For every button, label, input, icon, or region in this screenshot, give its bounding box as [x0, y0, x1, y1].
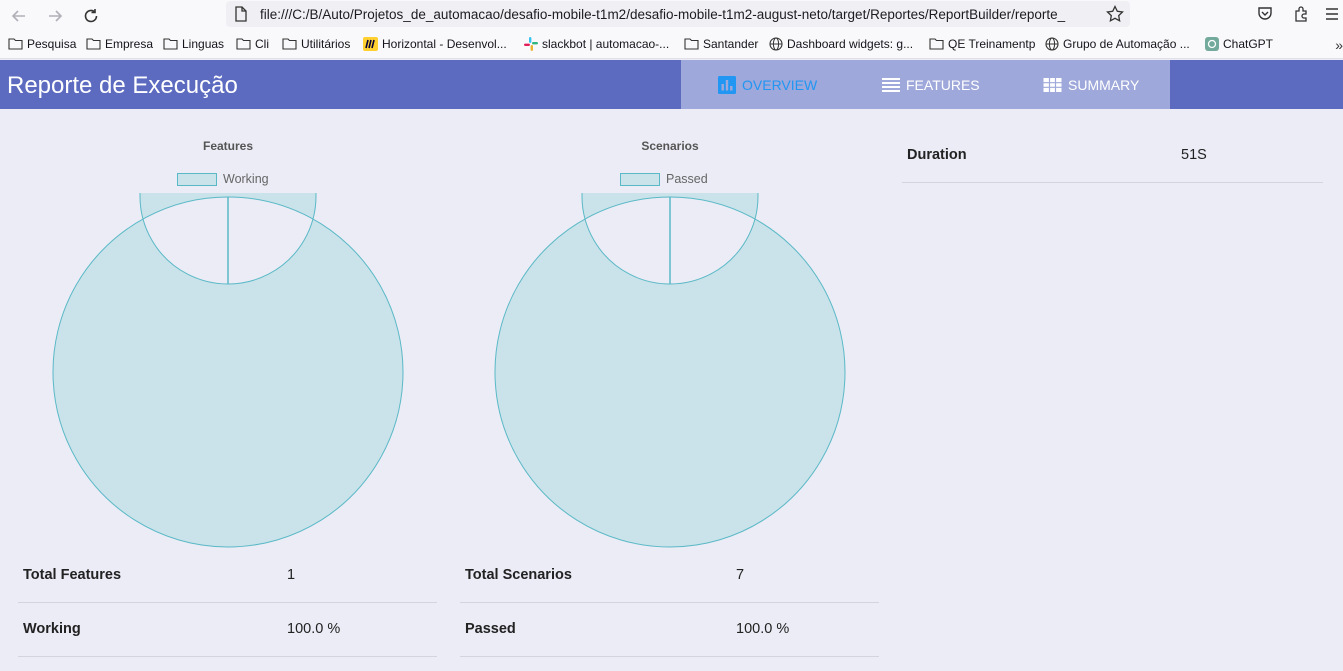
page-title: Reporte de Execução	[7, 72, 238, 99]
folder-icon	[282, 37, 297, 51]
menu-icon[interactable]	[1322, 4, 1342, 24]
folder-icon	[163, 37, 178, 51]
legend-label: Working	[223, 172, 269, 186]
globe-icon	[1044, 37, 1059, 51]
folder-icon	[684, 37, 699, 51]
legend-label: Passed	[666, 172, 708, 186]
row-label: Passed	[465, 621, 516, 637]
chart-title: Scenarios	[641, 139, 699, 153]
legend-swatch	[177, 172, 217, 186]
slack-icon	[523, 37, 538, 51]
row-value: 51S	[1181, 147, 1207, 163]
globe-icon	[768, 37, 783, 51]
bookmark-label: Empresa	[105, 37, 154, 51]
bookmark-qe-treinamentp[interactable]: QE Treinamentp	[929, 37, 1035, 51]
features-chart: Features Working	[40, 128, 416, 553]
row-value: 100.0 %	[736, 621, 790, 637]
bookmark-cli[interactable]: Cli	[236, 37, 269, 51]
bookmark-linguas[interactable]: Linguas	[163, 37, 224, 51]
row-value: 7	[736, 567, 745, 583]
app-header: Reporte de Execução OVERVIEW FEATURES SU…	[0, 60, 1343, 109]
tab-features[interactable]: FEATURES	[882, 60, 1043, 109]
bookmark-label: QE Treinamentp	[948, 37, 1036, 51]
scenarios-chart: Scenarios Passed	[482, 128, 858, 553]
tab-bar: OVERVIEW FEATURES SUMMARY	[681, 60, 1170, 109]
bar-chart-icon	[718, 75, 736, 94]
table-row: Passed 100.0 %	[460, 603, 879, 657]
table-row: Duration 51S	[902, 129, 1323, 183]
folder-icon	[236, 37, 251, 51]
bookmark-label: Utilitários	[301, 37, 351, 51]
extensions-icon[interactable]	[1291, 4, 1311, 24]
grid-icon	[1043, 77, 1062, 92]
bookmark-utilitarios[interactable]: Utilitários	[282, 37, 350, 51]
duration-table: Duration 51S	[902, 129, 1323, 183]
bookmark-star-icon[interactable]	[1106, 5, 1124, 23]
bookmark-label: Horizontal - Desenvol...	[382, 37, 507, 51]
scenarios-donut	[494, 193, 846, 548]
reload-icon	[84, 9, 98, 23]
bookmark-label: Santander	[703, 37, 759, 51]
bookmark-santander[interactable]: Santander	[684, 37, 758, 51]
folder-icon	[86, 37, 101, 51]
reload-button[interactable]	[79, 4, 103, 28]
row-label: Total Scenarios	[465, 567, 572, 583]
address-bar[interactable]: file:///C:/B/Auto/Projetos_de_automacao/…	[226, 1, 1130, 27]
row-value: 1	[287, 567, 296, 583]
back-arrow-icon	[11, 10, 25, 22]
bookmark-label: Linguas	[182, 37, 225, 51]
miro-icon	[363, 37, 378, 51]
bookmark-horizontal[interactable]: Horizontal - Desenvol...	[363, 37, 507, 51]
chatgpt-icon	[1204, 37, 1219, 51]
bookmarks-bar: Pesquisa Empresa Linguas Cli Utilitários…	[0, 33, 1343, 59]
features-donut	[52, 193, 404, 548]
folder-icon	[8, 37, 23, 51]
chart-title: Features	[202, 139, 254, 153]
features-table: Total Features 1 Working 100.0 %	[18, 549, 437, 657]
bookmarks-overflow-button[interactable]: »	[1335, 37, 1343, 53]
back-button[interactable]	[7, 4, 31, 28]
browser-toolbar: file:///C:/B/Auto/Projetos_de_automacao/…	[0, 0, 1343, 33]
list-icon	[882, 77, 900, 92]
tab-overview-label: OVERVIEW	[742, 76, 818, 93]
bookmark-label: ChatGPT	[1223, 37, 1274, 51]
bookmark-label: Cli	[255, 37, 269, 51]
row-label: Duration	[907, 147, 967, 163]
row-value: 100.0 %	[287, 621, 341, 637]
row-label: Total Features	[23, 567, 122, 583]
bookmark-empresa[interactable]: Empresa	[86, 37, 153, 51]
url-text: file:///C:/B/Auto/Projetos_de_automacao/…	[260, 6, 1066, 22]
bookmark-label: Dashboard widgets: g...	[787, 37, 914, 51]
page-icon	[234, 6, 250, 22]
forward-button[interactable]	[43, 4, 67, 28]
forward-arrow-icon	[49, 10, 63, 22]
bookmark-slackbot[interactable]: slackbot | automacao-...	[523, 37, 669, 51]
legend-swatch	[620, 172, 660, 186]
tab-summary[interactable]: SUMMARY	[1043, 60, 1170, 109]
bookmark-grupo-automacao[interactable]: Grupo de Automação ...	[1044, 37, 1190, 51]
tab-overview[interactable]: OVERVIEW	[718, 60, 882, 109]
tab-features-label: FEATURES	[906, 76, 980, 93]
bookmark-label: Grupo de Automação ...	[1063, 37, 1190, 51]
bookmark-pesquisa[interactable]: Pesquisa	[8, 37, 76, 51]
scenarios-table: Total Scenarios 7 Passed 100.0 %	[460, 549, 879, 657]
folder-icon	[929, 37, 944, 51]
table-row: Total Features 1	[18, 549, 437, 603]
table-row: Working 100.0 %	[18, 603, 437, 657]
tab-summary-label: SUMMARY	[1068, 76, 1140, 93]
bookmark-dashboard[interactable]: Dashboard widgets: g...	[768, 37, 913, 51]
bookmark-chatgpt[interactable]: ChatGPT	[1204, 37, 1273, 51]
chart-legend[interactable]: Working	[177, 172, 269, 186]
row-label: Working	[23, 621, 81, 637]
bookmark-label: slackbot | automacao-...	[542, 37, 670, 51]
chart-legend[interactable]: Passed	[620, 172, 708, 186]
table-row: Total Scenarios 7	[460, 549, 879, 603]
bookmark-label: Pesquisa	[27, 37, 77, 51]
pocket-icon[interactable]	[1255, 4, 1275, 24]
